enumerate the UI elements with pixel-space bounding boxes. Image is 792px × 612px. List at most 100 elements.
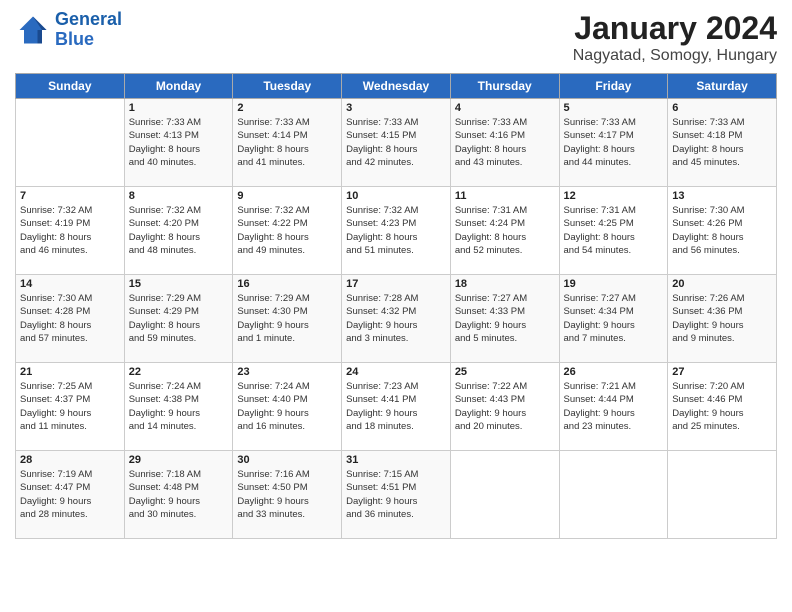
calendar-header-row: SundayMondayTuesdayWednesdayThursdayFrid… (16, 74, 777, 99)
day-info: Sunrise: 7:24 AM Sunset: 4:40 PM Dayligh… (237, 380, 337, 433)
header: General Blue January 2024 Nagyatad, Somo… (15, 10, 777, 65)
day-number: 4 (455, 102, 555, 114)
day-info: Sunrise: 7:26 AM Sunset: 4:36 PM Dayligh… (672, 292, 772, 345)
calendar-body: 1 Sunrise: 7:33 AM Sunset: 4:13 PM Daylig… (16, 99, 777, 539)
day-number: 8 (129, 190, 229, 202)
day-number: 28 (20, 454, 120, 466)
day-number: 27 (672, 366, 772, 378)
day-number: 23 (237, 366, 337, 378)
day-info: Sunrise: 7:33 AM Sunset: 4:13 PM Dayligh… (129, 116, 229, 169)
calendar-cell: 28 Sunrise: 7:19 AM Sunset: 4:47 PM Dayli… (16, 451, 125, 539)
calendar-table: SundayMondayTuesdayWednesdayThursdayFrid… (15, 73, 777, 539)
title-block: January 2024 Nagyatad, Somogy, Hungary (573, 10, 777, 65)
day-info: Sunrise: 7:30 AM Sunset: 4:26 PM Dayligh… (672, 204, 772, 257)
day-number: 16 (237, 278, 337, 290)
calendar-cell: 12 Sunrise: 7:31 AM Sunset: 4:25 PM Dayli… (559, 187, 668, 275)
day-info: Sunrise: 7:33 AM Sunset: 4:18 PM Dayligh… (672, 116, 772, 169)
day-info: Sunrise: 7:29 AM Sunset: 4:29 PM Dayligh… (129, 292, 229, 345)
calendar-cell: 9Sunrise: 7:32 AM Sunset: 4:22 PM Daylig… (233, 187, 342, 275)
day-info: Sunrise: 7:28 AM Sunset: 4:32 PM Dayligh… (346, 292, 446, 345)
logo-text: General Blue (55, 10, 122, 50)
calendar-cell: 10 Sunrise: 7:32 AM Sunset: 4:23 PM Dayli… (342, 187, 451, 275)
day-of-week-header: Monday (124, 74, 233, 99)
day-number: 7 (20, 190, 120, 202)
logo-general: General (55, 9, 122, 29)
calendar-cell: 5 Sunrise: 7:33 AM Sunset: 4:17 PM Daylig… (559, 99, 668, 187)
day-info: Sunrise: 7:31 AM Sunset: 4:25 PM Dayligh… (564, 204, 664, 257)
day-info: Sunrise: 7:16 AM Sunset: 4:50 PM Dayligh… (237, 468, 337, 521)
day-number: 15 (129, 278, 229, 290)
logo-icon (15, 12, 51, 48)
day-info: Sunrise: 7:27 AM Sunset: 4:34 PM Dayligh… (564, 292, 664, 345)
day-number: 5 (564, 102, 664, 114)
day-info: Sunrise: 7:27 AM Sunset: 4:33 PM Dayligh… (455, 292, 555, 345)
day-info: Sunrise: 7:31 AM Sunset: 4:24 PM Dayligh… (455, 204, 555, 257)
day-of-week-header: Friday (559, 74, 668, 99)
day-number: 2 (237, 102, 337, 114)
day-number: 18 (455, 278, 555, 290)
day-info: Sunrise: 7:24 AM Sunset: 4:38 PM Dayligh… (129, 380, 229, 433)
day-info: Sunrise: 7:32 AM Sunset: 4:20 PM Dayligh… (129, 204, 229, 257)
calendar-cell: 19 Sunrise: 7:27 AM Sunset: 4:34 PM Dayli… (559, 275, 668, 363)
day-of-week-header: Tuesday (233, 74, 342, 99)
calendar-cell: 13 Sunrise: 7:30 AM Sunset: 4:26 PM Dayli… (668, 187, 777, 275)
day-number: 26 (564, 366, 664, 378)
calendar-week-row: 21Sunrise: 7:25 AM Sunset: 4:37 PM Dayli… (16, 363, 777, 451)
day-info: Sunrise: 7:33 AM Sunset: 4:14 PM Dayligh… (237, 116, 337, 169)
location-title: Nagyatad, Somogy, Hungary (573, 47, 777, 65)
day-info: Sunrise: 7:29 AM Sunset: 4:30 PM Dayligh… (237, 292, 337, 345)
day-info: Sunrise: 7:19 AM Sunset: 4:47 PM Dayligh… (20, 468, 120, 521)
day-info: Sunrise: 7:32 AM Sunset: 4:23 PM Dayligh… (346, 204, 446, 257)
day-number: 24 (346, 366, 446, 378)
calendar-week-row: 28 Sunrise: 7:19 AM Sunset: 4:47 PM Dayli… (16, 451, 777, 539)
calendar-cell: 25 Sunrise: 7:22 AM Sunset: 4:43 PM Dayli… (450, 363, 559, 451)
calendar-cell: 15 Sunrise: 7:29 AM Sunset: 4:29 PM Dayli… (124, 275, 233, 363)
day-info: Sunrise: 7:20 AM Sunset: 4:46 PM Dayligh… (672, 380, 772, 433)
logo-blue: Blue (55, 29, 94, 49)
day-number: 30 (237, 454, 337, 466)
day-number: 12 (564, 190, 664, 202)
day-info: Sunrise: 7:22 AM Sunset: 4:43 PM Dayligh… (455, 380, 555, 433)
calendar-cell: 24 Sunrise: 7:23 AM Sunset: 4:41 PM Dayli… (342, 363, 451, 451)
day-number: 1 (129, 102, 229, 114)
day-info: Sunrise: 7:23 AM Sunset: 4:41 PM Dayligh… (346, 380, 446, 433)
calendar-cell: 16 Sunrise: 7:29 AM Sunset: 4:30 PM Dayli… (233, 275, 342, 363)
calendar-cell: 21Sunrise: 7:25 AM Sunset: 4:37 PM Dayli… (16, 363, 125, 451)
calendar-cell (559, 451, 668, 539)
calendar-cell: 3 Sunrise: 7:33 AM Sunset: 4:15 PM Daylig… (342, 99, 451, 187)
day-info: Sunrise: 7:21 AM Sunset: 4:44 PM Dayligh… (564, 380, 664, 433)
calendar-cell: 8 Sunrise: 7:32 AM Sunset: 4:20 PM Daylig… (124, 187, 233, 275)
day-info: Sunrise: 7:32 AM Sunset: 4:22 PM Dayligh… (237, 204, 337, 257)
calendar-cell: 29Sunrise: 7:18 AM Sunset: 4:48 PM Dayli… (124, 451, 233, 539)
day-number: 13 (672, 190, 772, 202)
calendar-cell: 31Sunrise: 7:15 AM Sunset: 4:51 PM Dayli… (342, 451, 451, 539)
day-number: 19 (564, 278, 664, 290)
day-info: Sunrise: 7:25 AM Sunset: 4:37 PM Dayligh… (20, 380, 120, 433)
logo: General Blue (15, 10, 122, 50)
calendar-cell: 26 Sunrise: 7:21 AM Sunset: 4:44 PM Dayli… (559, 363, 668, 451)
calendar-cell: 7Sunrise: 7:32 AM Sunset: 4:19 PM Daylig… (16, 187, 125, 275)
day-info: Sunrise: 7:33 AM Sunset: 4:15 PM Dayligh… (346, 116, 446, 169)
calendar-cell: 14 Sunrise: 7:30 AM Sunset: 4:28 PM Dayli… (16, 275, 125, 363)
day-number: 6 (672, 102, 772, 114)
day-of-week-header: Sunday (16, 74, 125, 99)
day-of-week-header: Thursday (450, 74, 559, 99)
page-container: General Blue January 2024 Nagyatad, Somo… (0, 0, 792, 549)
day-number: 14 (20, 278, 120, 290)
calendar-cell (668, 451, 777, 539)
day-info: Sunrise: 7:33 AM Sunset: 4:17 PM Dayligh… (564, 116, 664, 169)
day-number: 11 (455, 190, 555, 202)
calendar-cell: 30 Sunrise: 7:16 AM Sunset: 4:50 PM Dayli… (233, 451, 342, 539)
day-of-week-header: Wednesday (342, 74, 451, 99)
day-info: Sunrise: 7:30 AM Sunset: 4:28 PM Dayligh… (20, 292, 120, 345)
day-number: 10 (346, 190, 446, 202)
calendar-cell (16, 99, 125, 187)
day-number: 20 (672, 278, 772, 290)
day-number: 17 (346, 278, 446, 290)
month-title: January 2024 (573, 10, 777, 47)
day-number: 3 (346, 102, 446, 114)
day-number: 25 (455, 366, 555, 378)
day-of-week-header: Saturday (668, 74, 777, 99)
calendar-cell: 2 Sunrise: 7:33 AM Sunset: 4:14 PM Daylig… (233, 99, 342, 187)
calendar-cell: 4Sunrise: 7:33 AM Sunset: 4:16 PM Daylig… (450, 99, 559, 187)
